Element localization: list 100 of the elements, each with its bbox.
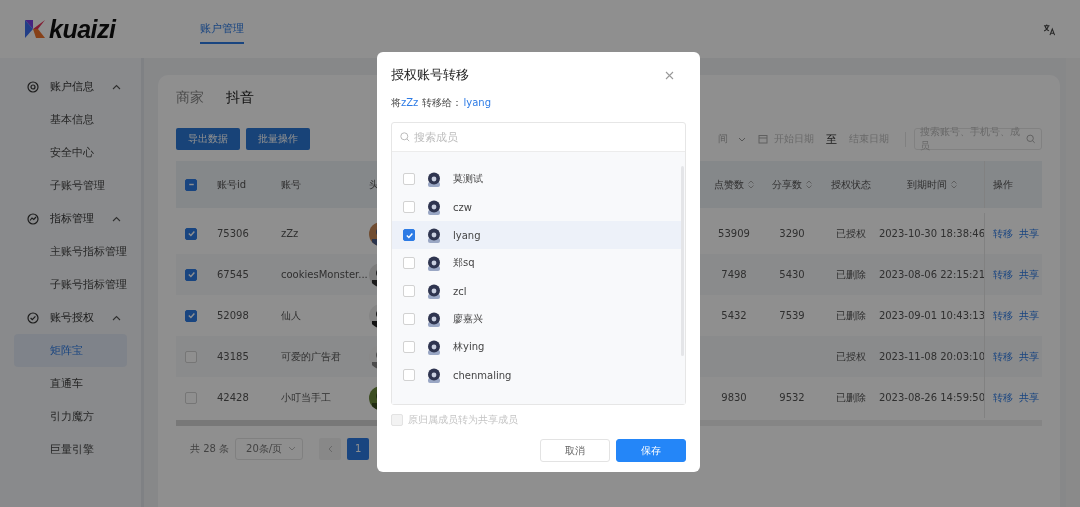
checkbox[interactable] [185, 227, 197, 240]
table-link[interactable]: 共享 [1019, 308, 1039, 323]
table-cell: 5430 [779, 269, 805, 280]
total-count: 共 28 条 [190, 441, 230, 456]
sidebar-item[interactable]: 主账号指标管理 [14, 235, 127, 268]
sidebar-item[interactable]: 巨量引擎 [14, 433, 127, 466]
calendar-icon [758, 134, 768, 144]
table-cell: 已授权 [836, 226, 866, 241]
column-header: 账号id [217, 177, 247, 192]
table-cell: 52098 [217, 310, 249, 321]
column-header[interactable]: 分享数 [772, 177, 812, 192]
checkbox[interactable] [185, 178, 197, 191]
member-row[interactable]: 莫测试 [392, 165, 681, 193]
table-cell: zZz [281, 228, 299, 239]
user-avatar-icon [425, 226, 443, 244]
search-icon [1026, 134, 1036, 144]
modal-title: 授权账号转移 [391, 66, 469, 84]
checkbox[interactable] [403, 229, 415, 241]
table-cell: 已授权 [836, 349, 866, 364]
action-button[interactable]: 批量操作 [246, 128, 310, 150]
table-cell: 2023-08-06 22:15:21 [878, 269, 986, 280]
check-icon [186, 229, 196, 238]
sidebar-item[interactable]: 安全中心 [14, 136, 127, 169]
sidebar-item[interactable]: 引力魔方 [14, 400, 127, 433]
user-avatar-icon [425, 338, 443, 356]
cancel-button[interactable]: 取消 [540, 439, 610, 462]
member-row[interactable]: 郑sq [392, 249, 681, 277]
table-cell: 9532 [779, 392, 805, 403]
table-cell: 9830 [721, 392, 747, 403]
table-link[interactable]: 共享 [1019, 267, 1039, 282]
table-link[interactable]: 共享 [1019, 349, 1039, 364]
table-cell: cookiesMonster... [281, 269, 368, 280]
table-cell: 2023-10-30 18:38:46 [878, 228, 986, 239]
sidebar-item[interactable]: 子账号指标管理 [14, 268, 127, 301]
sidebar-group[interactable]: 指标管理 [0, 202, 141, 235]
user-avatar-icon [425, 198, 443, 216]
table-cell: 43185 [217, 351, 249, 362]
table-cell: 仙人 [281, 308, 301, 323]
table-cell: 2023-11-08 20:03:10 [878, 351, 986, 362]
column-header: 授权状态 [831, 177, 871, 192]
target-icon [27, 80, 39, 93]
platform-tab[interactable]: 抖音 [226, 89, 254, 127]
member-row[interactable]: czw [392, 193, 681, 221]
table-cell: 42428 [217, 392, 249, 403]
close-icon[interactable] [665, 70, 674, 80]
translate-icon[interactable] [1043, 22, 1056, 36]
sidebar-item[interactable]: 矩阵宝 [14, 334, 127, 367]
save-button[interactable]: 保存 [616, 439, 686, 462]
checkbox[interactable] [185, 268, 197, 281]
table-link[interactable]: 转移 [993, 308, 1013, 323]
chevron-down-icon [738, 136, 746, 142]
table-cell: 3290 [779, 228, 805, 239]
column-header: 操作 [993, 177, 1013, 192]
sidebar-item[interactable]: 直通车 [14, 367, 127, 400]
table-cell: 已删除 [836, 308, 866, 323]
member-row[interactable]: lyang [392, 221, 681, 249]
table-cell: 75306 [217, 228, 249, 239]
sidebar-group[interactable]: 账户信息 [0, 70, 141, 103]
user-avatar-icon [425, 170, 443, 188]
column-header: 账号 [281, 177, 301, 192]
page-button[interactable]: 1 [347, 437, 370, 460]
chart-icon [27, 212, 39, 225]
table-link[interactable]: 转移 [993, 267, 1013, 282]
sidebar-item[interactable]: 基本信息 [14, 103, 127, 136]
sort-icon[interactable] [748, 180, 754, 189]
table-link[interactable]: 转移 [993, 390, 1013, 405]
action-button[interactable]: 导出数据 [176, 128, 240, 150]
table-cell: 已删除 [836, 390, 866, 405]
member-row[interactable]: chenmaling [392, 361, 681, 389]
table-link[interactable]: 共享 [1019, 226, 1039, 241]
platform-tab[interactable]: 商家 [176, 89, 204, 127]
column-header[interactable]: 点赞数 [714, 177, 754, 192]
table-cell: 7539 [779, 310, 805, 321]
page-size-select[interactable]: 20条/页 [235, 437, 304, 460]
previous-page-button[interactable] [319, 437, 342, 460]
column-header[interactable]: 到期时间 [907, 177, 957, 192]
table-cell: 已删除 [836, 267, 866, 282]
table-link[interactable]: 转移 [993, 226, 1013, 241]
table-cell: 可爱的广告君 [281, 349, 341, 364]
member-row[interactable]: 林ying [392, 333, 681, 361]
nav-tab[interactable]: 账户管理 [200, 14, 244, 44]
logo-text: kuaizi [49, 14, 116, 44]
user-avatar-icon [425, 310, 443, 328]
logo-icon [24, 18, 46, 40]
check-icon [186, 311, 196, 320]
table-link[interactable]: 共享 [1019, 390, 1039, 405]
transfer-summary: 将zZz 转移给： lyang [391, 96, 493, 110]
table-cell: 5432 [721, 310, 747, 321]
check-circle-icon [27, 311, 39, 324]
member-row[interactable]: 廖嘉兴 [392, 305, 681, 333]
table-link[interactable]: 转移 [993, 349, 1013, 364]
user-avatar-icon [425, 282, 443, 300]
sidebar-group[interactable]: 账号授权 [0, 301, 141, 334]
sort-icon[interactable] [951, 180, 957, 189]
sidebar-item[interactable]: 子账号管理 [14, 169, 127, 202]
member-row[interactable]: zcl [392, 277, 681, 305]
table-cell: 53909 [718, 228, 750, 239]
sort-icon[interactable] [806, 180, 812, 189]
checkbox[interactable] [185, 309, 197, 322]
table-cell: 7498 [721, 269, 747, 280]
